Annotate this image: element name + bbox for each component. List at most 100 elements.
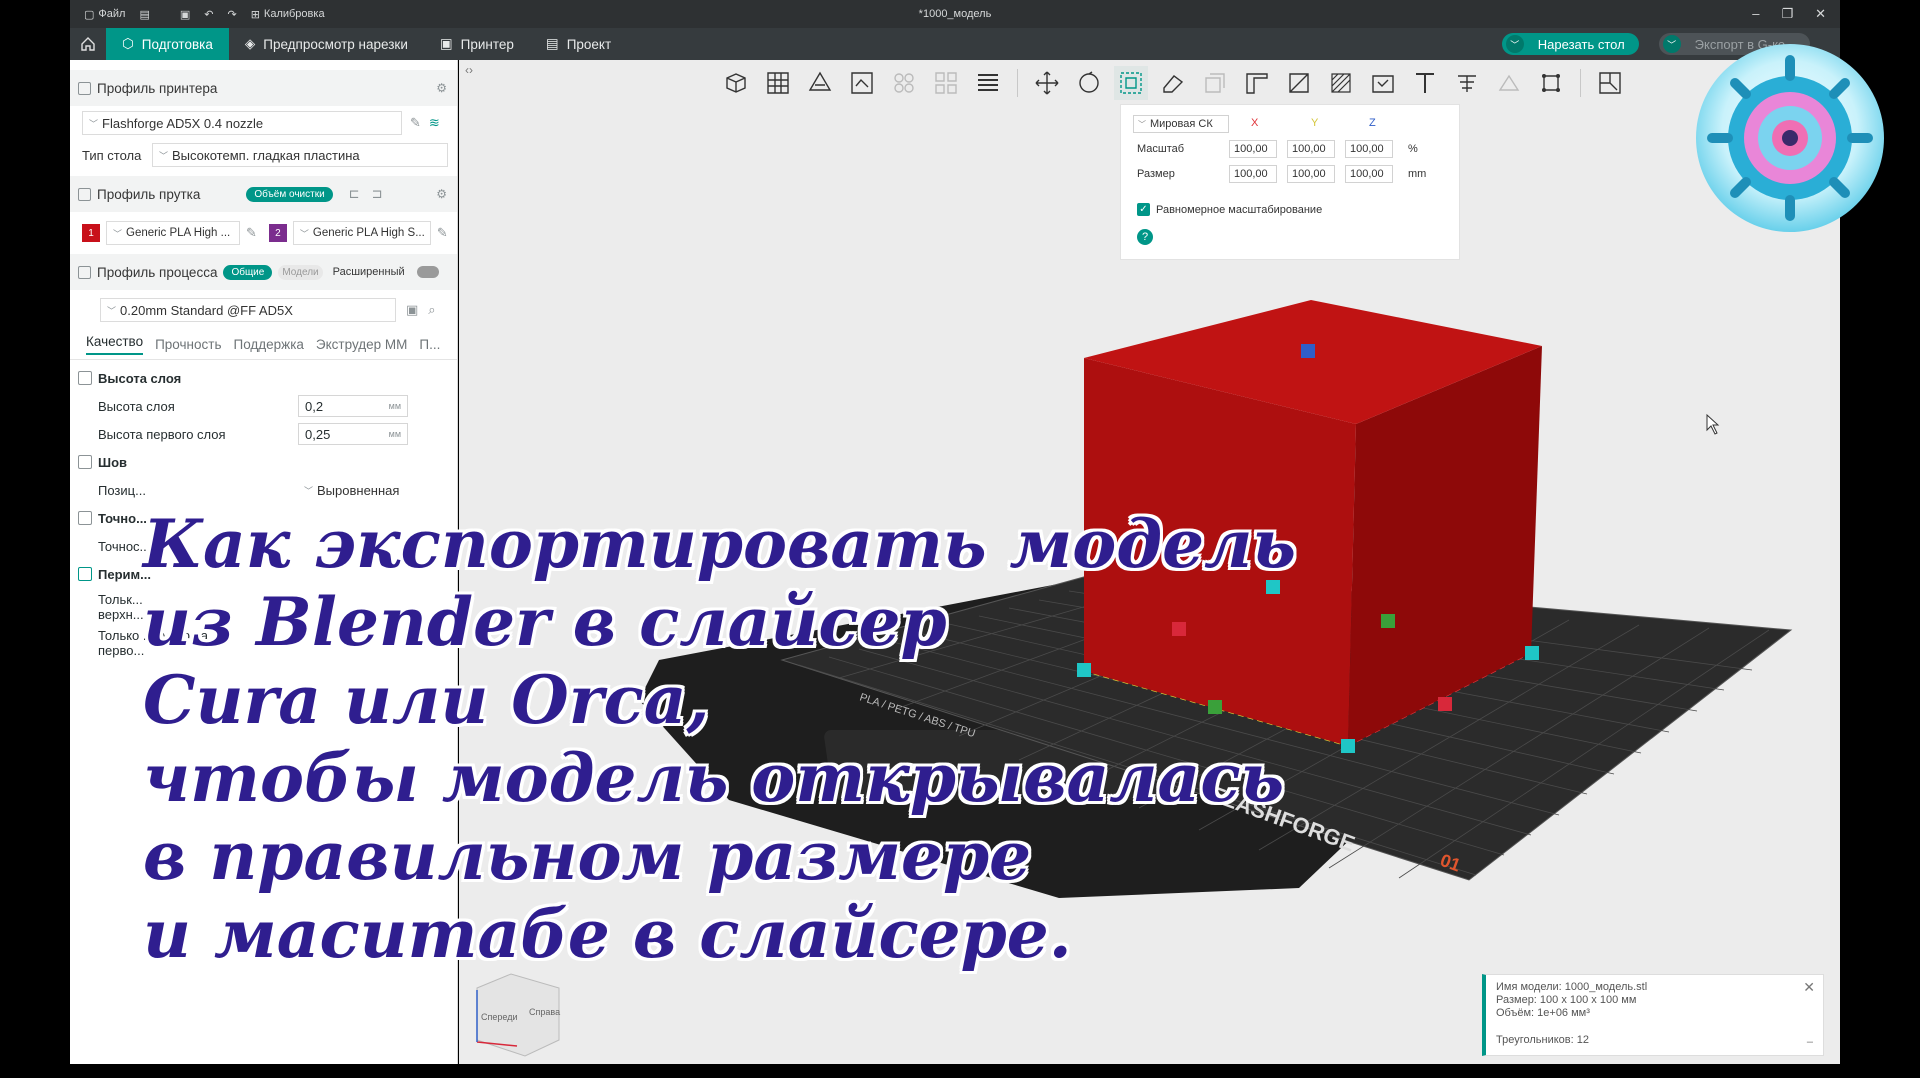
coordinate-system-select[interactable]: ﹀ Мировая СК xyxy=(1133,115,1229,133)
tab-quality[interactable]: Качество xyxy=(86,334,144,355)
size-x-input[interactable]: 100,00 xyxy=(1229,165,1277,183)
edit-icon[interactable]: ✎ xyxy=(410,115,421,131)
purge-volume-button[interactable]: Объём очистки xyxy=(246,186,333,202)
chevron-down-icon[interactable]: ﹀ xyxy=(1505,35,1524,53)
layer-height-input[interactable]: 0,2 мм xyxy=(298,395,408,417)
seam-paint-button[interactable] xyxy=(1282,66,1316,100)
uniform-scale-checkbox[interactable]: ✓ Равномерное масштабирование xyxy=(1137,203,1322,216)
move-icon xyxy=(1035,71,1059,95)
tab-models[interactable]: Модели xyxy=(278,264,323,280)
advanced-toggle[interactable] xyxy=(416,266,439,278)
scale-y-input[interactable]: 100,00 xyxy=(1287,140,1335,158)
layers-icon xyxy=(78,371,92,385)
title-bar: ▢ Файл ▤ ▣ ↶ ↷ ⊞ Калибровка *1000_модель… xyxy=(70,0,1840,28)
uniform-scale-label: Равномерное масштабирование xyxy=(1156,203,1323,216)
tab-strength[interactable]: Прочность xyxy=(155,337,221,352)
size-z-input[interactable]: 100,00 xyxy=(1345,165,1393,183)
tab-project[interactable]: ▤ Проект xyxy=(530,28,627,60)
undo-button[interactable]: ↶ xyxy=(204,8,213,21)
add-filament-icon[interactable]: ⊏ xyxy=(349,186,360,202)
search-icon[interactable]: ⌕ xyxy=(428,302,435,318)
collapse-icon[interactable]: – xyxy=(1807,1036,1813,1049)
perimeter-icon xyxy=(78,567,92,581)
close-icon[interactable]: ✕ xyxy=(1815,6,1826,22)
maximize-icon[interactable]: ❐ xyxy=(1781,6,1793,22)
color-paint-button[interactable] xyxy=(1324,66,1358,100)
process-select[interactable]: ﹀ 0.20mm Standard @FF AD5X xyxy=(100,298,396,322)
scale-button[interactable] xyxy=(1114,66,1148,100)
rotate-icon xyxy=(1079,71,1099,93)
mesh-boolean-button[interactable] xyxy=(1534,66,1568,100)
split-parts-icon xyxy=(935,72,957,94)
rotate-button[interactable] xyxy=(1072,66,1106,100)
measure-button[interactable] xyxy=(1366,66,1400,100)
split-parts-button[interactable] xyxy=(929,66,963,100)
close-icon[interactable]: ✕ xyxy=(1803,980,1815,994)
chevron-down-icon: ﹀ xyxy=(113,228,123,239)
filament-select-1[interactable]: ﹀ Generic PLA High ... xyxy=(106,221,240,245)
cut-icon xyxy=(1205,73,1225,93)
redo-button[interactable]: ↷ xyxy=(227,8,236,21)
variable-layer-icon xyxy=(1599,72,1621,94)
help-icon[interactable]: ? xyxy=(1137,229,1153,245)
save-button[interactable]: ▣ xyxy=(180,8,190,21)
seam-position-value: Выровненная xyxy=(317,482,400,498)
layers-button[interactable] xyxy=(971,66,1005,100)
calibration-menu[interactable]: ⊞ Калибровка xyxy=(251,8,325,21)
first-layer-input[interactable]: 0,25 мм xyxy=(298,423,408,445)
video-title-overlay: Как экспортировать модель из Blender в с… xyxy=(143,505,1343,973)
text-button[interactable] xyxy=(1408,66,1442,100)
slice-plate-button[interactable]: ﹀ Нарезать стол xyxy=(1501,33,1639,55)
arrange-grid-button[interactable] xyxy=(761,66,795,100)
paint-icon xyxy=(1331,73,1351,93)
settings-sliders-icon[interactable]: ⚙ xyxy=(436,187,447,201)
split-objects-button[interactable] xyxy=(887,66,921,100)
minimize-icon[interactable]: – xyxy=(1752,6,1759,22)
scale-x-input[interactable]: 100,00 xyxy=(1229,140,1277,158)
size-y-input[interactable]: 100,00 xyxy=(1287,165,1335,183)
settings-sliders-icon[interactable]: ⚙ xyxy=(436,81,447,95)
notes-button[interactable]: ▤ xyxy=(139,8,149,21)
support-icon xyxy=(1246,73,1268,94)
move-button[interactable] xyxy=(1030,66,1064,100)
chevron-down-icon: ﹀ xyxy=(304,485,314,496)
edit-icon[interactable]: ✎ xyxy=(437,225,448,241)
tab-preview[interactable]: ◈ Предпросмотр нарезки xyxy=(229,28,424,60)
add-cube-icon xyxy=(726,73,746,93)
seam-position-select[interactable]: ﹀ Выровненная xyxy=(298,478,408,502)
add-object-button[interactable] xyxy=(719,66,753,100)
tab-more[interactable]: П... xyxy=(419,337,440,352)
tab-general[interactable]: Общие xyxy=(223,264,273,280)
tab-mm-extruder[interactable]: Экструдер ММ xyxy=(316,337,408,352)
model-name: Имя модели: 1000_модель.stl xyxy=(1496,981,1648,993)
file-menu-label: Файл xyxy=(98,8,126,20)
tab-support[interactable]: Поддержка xyxy=(233,337,303,352)
home-button[interactable] xyxy=(70,28,106,60)
filament-slot-1[interactable]: 1 xyxy=(82,224,100,242)
chevron-down-icon[interactable]: ﹀ xyxy=(1662,35,1681,53)
bed-type-select[interactable]: ﹀ Высокотемп. гладкая пластина xyxy=(152,143,448,167)
printer-select[interactable]: ﹀ Flashforge AD5X 0.4 nozzle xyxy=(82,111,402,135)
filament-slot-2[interactable]: 2 xyxy=(268,224,287,242)
first-layer-row: Высота первого слоя 0,25 мм xyxy=(70,420,457,448)
toolbar-divider xyxy=(1017,69,1018,97)
orient-button[interactable] xyxy=(803,66,837,100)
remove-filament-icon[interactable]: ⊐ xyxy=(372,186,383,202)
lay-on-face-button[interactable] xyxy=(1156,66,1190,100)
tab-prepare[interactable]: ⬡ Подготовка xyxy=(106,28,229,60)
file-menu[interactable]: ▢ Файл xyxy=(84,8,125,21)
chevron-down-icon: ﹀ xyxy=(1138,119,1146,129)
wifi-icon[interactable]: ≋ xyxy=(429,115,440,131)
emboss-button[interactable] xyxy=(1450,66,1484,100)
save-icon[interactable]: ▣ xyxy=(406,302,418,318)
cut-button[interactable] xyxy=(1198,66,1232,100)
assembly-button[interactable] xyxy=(1492,66,1526,100)
scale-z-input[interactable]: 100,00 xyxy=(1345,140,1393,158)
filament-select-2[interactable]: ﹀ Generic PLA High S... xyxy=(292,221,431,245)
variable-layer-button[interactable] xyxy=(1593,66,1627,100)
edit-icon[interactable]: ✎ xyxy=(246,225,257,241)
support-paint-button[interactable] xyxy=(1240,66,1274,100)
plate-button[interactable] xyxy=(845,66,879,100)
tab-printer[interactable]: ▣ Принтер xyxy=(424,28,530,60)
assembly-icon xyxy=(1498,74,1520,91)
